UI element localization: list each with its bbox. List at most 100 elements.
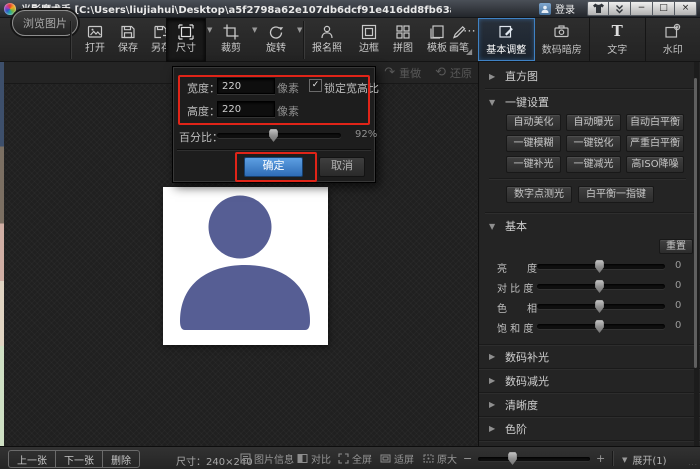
tab-digital-darkroom[interactable]: 数码暗房 <box>535 18 591 61</box>
collapsed-arrow-icon: ▶ <box>489 352 497 361</box>
app-logo-icon <box>4 3 16 15</box>
sidebar-scrollbar[interactable] <box>694 62 699 446</box>
browse-images-button[interactable]: 浏览图片 <box>12 10 78 36</box>
tab-text[interactable]: T 文字 <box>590 18 646 61</box>
border-icon <box>360 23 378 41</box>
section-digital-dim[interactable]: ▶ 数码减光 <box>479 368 700 392</box>
login-button[interactable]: 登录 <box>539 1 575 16</box>
width-label: 宽度： <box>187 80 220 96</box>
section-histogram[interactable]: ▶ 直方图 <box>479 65 700 87</box>
reset-button[interactable]: 重置 <box>659 239 693 254</box>
sidebar-divider <box>489 178 686 179</box>
preview-image <box>163 187 328 345</box>
crop-icon <box>222 23 240 41</box>
section-digital-fill-light[interactable]: ▶ 数码补光 <box>479 344 700 368</box>
slider-row: 饱 和 度 0 <box>479 318 700 336</box>
minimize-button[interactable]: − <box>631 1 653 16</box>
hue-slider-thumb[interactable] <box>595 300 604 313</box>
fullscreen-icon <box>338 453 349 464</box>
image-info-button[interactable]: 图片信息 <box>240 451 294 465</box>
image-info-icon <box>240 453 251 464</box>
contrast-slider-thumb[interactable] <box>595 280 604 293</box>
adjust-tabs: 基本调整 数码暗房 T 文字 水印 <box>478 18 700 62</box>
collapsed-arrow-icon: ▶ <box>489 376 497 385</box>
sidebar-scrollbar-thumb[interactable] <box>694 78 697 368</box>
lock-aspect-checkbox[interactable]: ✓ <box>309 79 322 92</box>
zoom-slider-thumb[interactable] <box>508 452 517 465</box>
white-balance-one-key-button[interactable]: 白平衡一指键 <box>578 186 654 203</box>
expanded-arrow-icon: ▼ <box>489 222 497 231</box>
size-button[interactable]: 尺寸 <box>167 19 205 61</box>
id-photo-button[interactable]: 报名照 <box>306 19 348 61</box>
basic-adjust-icon <box>498 23 514 39</box>
toolbar-separator <box>303 21 304 59</box>
maximize-button[interactable]: □ <box>653 1 675 16</box>
contrast-slider[interactable] <box>537 284 665 289</box>
menu-chevron-button[interactable] <box>609 1 631 16</box>
collapsed-arrow-icon: ▶ <box>489 424 497 433</box>
section-levels[interactable]: ▶ 色阶 <box>479 416 700 440</box>
percent-value: 92% <box>355 129 377 140</box>
section-clarity[interactable]: ▶ 清晰度 <box>479 392 700 416</box>
ok-button[interactable]: 确定 <box>244 157 303 177</box>
original-size-icon <box>423 453 434 464</box>
percent-slider[interactable] <box>217 133 341 138</box>
skin-button[interactable] <box>587 1 609 16</box>
high-iso-denoise-button[interactable]: 高ISO降噪 <box>626 156 684 173</box>
prev-photo-button[interactable]: 上一张 <box>9 451 55 467</box>
original-size-button[interactable]: 原大 <box>423 451 457 465</box>
auto-exposure-button[interactable]: 自动曝光 <box>566 114 621 131</box>
rotate-button[interactable]: 旋转 <box>257 19 295 61</box>
border-button[interactable]: 边框 <box>350 19 388 61</box>
percent-label: 百分比： <box>179 129 223 145</box>
cancel-button[interactable]: 取消 <box>319 157 365 177</box>
height-label: 高度： <box>187 103 220 119</box>
auto-beautify-button[interactable]: 自动美化 <box>506 114 561 131</box>
percent-slider-thumb[interactable] <box>269 129 278 142</box>
brightness-slider[interactable] <box>537 264 665 269</box>
resize-dialog: 宽度： 像素 ✓ 锁定宽高比 高度： 像素 百分比： 92% 确定 取消 <box>172 66 376 183</box>
digital-spot-metering-button[interactable]: 数字点测光 <box>506 186 572 203</box>
zoom-out-button[interactable]: − <box>463 452 472 465</box>
section-oneclick-settings[interactable]: ▼ 一键设置 <box>479 91 700 113</box>
width-unit-label: 像素 <box>277 80 299 96</box>
compare-button[interactable]: 对比 <box>297 451 331 465</box>
user-avatar-icon <box>539 3 551 15</box>
section-basic[interactable]: ▼ 基本 <box>479 215 700 237</box>
fullscreen-button[interactable]: 全屏 <box>338 451 372 465</box>
oneclick-fill-light-button[interactable]: 一键补光 <box>506 156 561 173</box>
restore-button[interactable]: ⟲ 还原 <box>435 65 472 81</box>
width-input[interactable] <box>217 78 275 94</box>
sidebar-divider <box>485 88 694 89</box>
rotate-dropdown-caret[interactable]: ▼ <box>297 26 302 34</box>
toolbar-separator <box>70 21 71 59</box>
collapsed-arrow-icon: ▶ <box>489 400 497 409</box>
resize-grip-icon[interactable]: ... <box>688 459 698 467</box>
collage-button[interactable]: 拼图 <box>384 19 422 61</box>
fit-screen-button[interactable]: 适屏 <box>380 451 414 465</box>
oneclick-blur-button[interactable]: 一键模糊 <box>506 135 561 152</box>
text-tab-icon: T <box>612 23 623 39</box>
severe-white-balance-button[interactable]: 严重白平衡 <box>626 135 684 152</box>
next-photo-button[interactable]: 下一张 <box>55 451 102 467</box>
more-tools-button[interactable]: ⋯ <box>463 24 477 39</box>
auto-white-balance-button[interactable]: 自动白平衡 <box>626 114 684 131</box>
oneclick-dim-button[interactable]: 一键减光 <box>566 156 621 173</box>
oneclick-sharpen-button[interactable]: 一键锐化 <box>566 135 621 152</box>
saturation-slider[interactable] <box>537 324 665 329</box>
brightness-slider-thumb[interactable] <box>595 260 604 273</box>
tab-watermark[interactable]: 水印 <box>646 18 700 61</box>
close-button[interactable]: × <box>675 1 697 16</box>
zoom-in-button[interactable]: + <box>596 452 605 465</box>
crop-button[interactable]: 裁剪 <box>212 19 250 61</box>
zoom-slider[interactable] <box>478 457 590 461</box>
hue-slider[interactable] <box>537 304 665 309</box>
tab-basic-adjust[interactable]: 基本调整 <box>478 18 535 61</box>
height-input[interactable] <box>217 101 275 117</box>
redo-button[interactable]: ↷ 重做 <box>384 65 421 81</box>
saturation-slider-thumb[interactable] <box>595 320 604 333</box>
expand-panel-button[interactable]: ▼ 展开(1) <box>622 452 667 467</box>
collapsed-arrow-icon: ▶ <box>489 72 497 81</box>
toolbar-expand-corner-icon[interactable]: ◢ <box>466 47 472 56</box>
delete-photo-button[interactable]: 删除 <box>102 451 139 467</box>
